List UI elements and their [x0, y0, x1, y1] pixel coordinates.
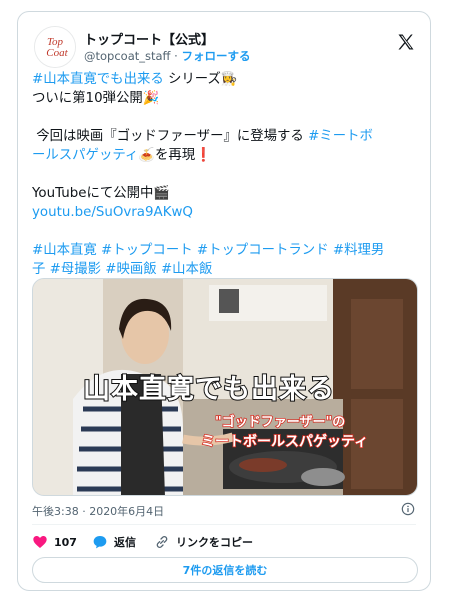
text-segment: シリーズ👩‍🍳 — [163, 72, 238, 87]
media-overlay-subtitle: ミートボールスパゲッティ — [200, 433, 369, 451]
info-icon[interactable] — [401, 502, 415, 516]
link-icon — [156, 536, 168, 548]
media-overlay-subtitle: "ゴッドファーザー"の — [214, 414, 346, 431]
account-name[interactable]: トップコート【公式】 — [84, 29, 214, 48]
tweet-header: Top Coat トップコート【公式】 @topcoat_staff · フォロ… — [34, 24, 418, 68]
tweet-card: Top Coat トップコート【公式】 @topcoat_staff · フォロ… — [17, 11, 431, 591]
reply-label: 返信 — [114, 536, 136, 549]
text-segment: YouTubeにて公開中🎬 — [32, 186, 171, 201]
tweet-timestamp[interactable]: 午後3:38 · 2020年6月4日 — [32, 503, 164, 519]
hashtags-line[interactable]: 子 #母撮影 #映画飯 #山本飯 — [32, 262, 212, 277]
hashtags-line[interactable]: #山本直寛 #トップコート #トップコートランド #料理男 — [32, 243, 384, 258]
topcoat-logo: Top Coat — [35, 27, 75, 67]
text-segment: ついに第10弾公開🎉 — [32, 91, 160, 106]
hashtag-link[interactable]: #山本直寛でも出来る — [32, 72, 164, 87]
text-segment: 今回は映画『ゴッドファーザー』に登場する — [32, 129, 309, 144]
media-overlay-title: 山本直寛でも出来る — [82, 373, 335, 406]
action-bar: 107 返信 リンクをコピー — [32, 532, 418, 552]
divider — [32, 524, 416, 525]
read-replies-button[interactable]: 7件の返信を読む — [32, 557, 418, 583]
handle-row: @topcoat_staff · フォローする — [84, 48, 250, 64]
svg-text:Coat: Coat — [46, 47, 68, 59]
copy-link-button[interactable]: リンクをコピー — [154, 532, 253, 552]
account-handle[interactable]: @topcoat_staff — [84, 49, 170, 63]
hashtag-link[interactable]: #ミートボ — [308, 129, 373, 144]
tweet-text: #山本直寛でも出来る シリーズ👩‍🍳 ついに第10弾公開🎉 今回は映画『ゴッドフ… — [32, 70, 420, 279]
copy-link-label: リンクをコピー — [176, 536, 253, 549]
x-logo-icon[interactable] — [396, 32, 416, 52]
reply-bubble-icon — [93, 536, 107, 549]
reply-button[interactable]: 返信 — [92, 532, 136, 552]
like-button[interactable]: 107 — [32, 532, 77, 552]
follow-button[interactable]: フォローする — [181, 49, 250, 63]
tweet-media[interactable]: 山本直寛でも出来る "ゴッドファーザー"の ミートボールスパゲッティ — [32, 278, 418, 496]
youtube-link[interactable]: youtu.be/SuOvra9AKwQ — [32, 205, 193, 220]
text-segment: 🍝を再現❗ — [138, 148, 212, 163]
avatar[interactable]: Top Coat — [34, 26, 76, 68]
hashtag-link[interactable]: ールスパゲッティ — [32, 148, 138, 163]
separator: · — [174, 49, 178, 63]
like-count: 107 — [54, 535, 77, 549]
heart-icon — [33, 536, 47, 548]
